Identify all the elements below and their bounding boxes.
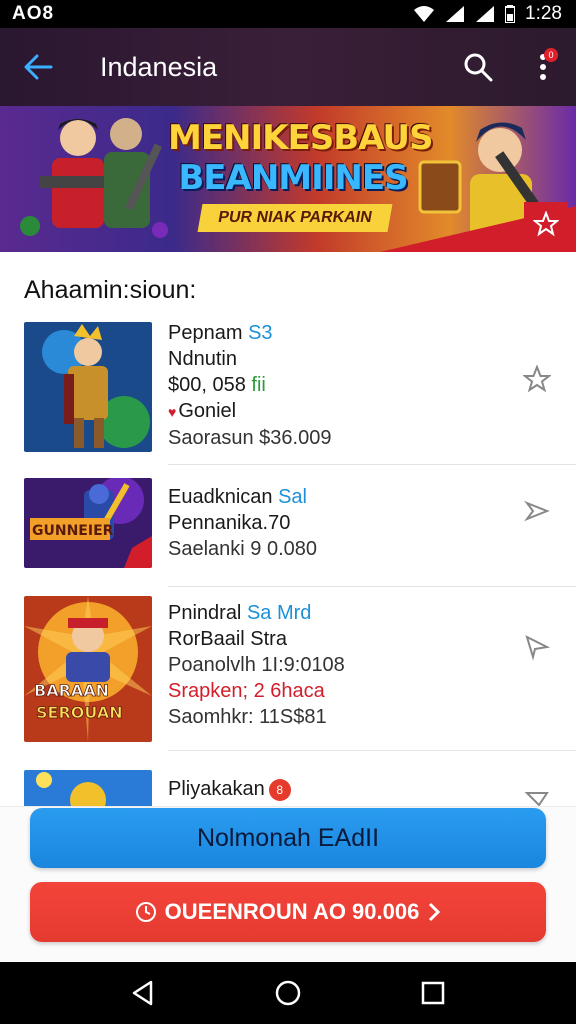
- banner-title: MENIKESBAUS BEANMIINES: [168, 118, 434, 198]
- game-thumbnail: [24, 322, 152, 452]
- search-icon: [464, 53, 493, 82]
- list-item[interactable]: GUNNEIER Euadknican Sal Pennanika.70 Sae…: [0, 472, 576, 592]
- star-outline-icon: [533, 211, 559, 237]
- app-bar: Indanesia 0: [0, 28, 576, 106]
- section-title: Ahaamin:sioun:: [24, 276, 197, 304]
- game-thumbnail: BARAAN SEROUAN: [24, 596, 152, 742]
- item-title: Euadknican: [168, 486, 273, 508]
- divider: [168, 586, 576, 587]
- item-subtitle: Ndnutin: [168, 348, 237, 370]
- system-nav-bar: [0, 962, 576, 1024]
- game-thumbnail: [24, 770, 152, 810]
- item-meta: Poanolvlh 1I:9:0108: [168, 654, 345, 676]
- item-subtitle: RorBaail Stra: [168, 628, 287, 650]
- game-thumbnail: GUNNEIER: [24, 478, 152, 568]
- clock-label: 1:28: [525, 3, 562, 24]
- star-outline-icon: [523, 365, 551, 393]
- primary-action-button[interactable]: Nolmonah EAdII: [30, 808, 546, 868]
- item-tag: Sal: [278, 486, 307, 508]
- banner-subtitle: PUR NIAK PARKAIN: [197, 204, 393, 232]
- carrier-label: AO8: [12, 3, 55, 24]
- item-title: Pliyakakan: [168, 778, 265, 800]
- notification-badge: 0: [544, 48, 558, 62]
- item-meta: Saelanki 9 0.080: [168, 538, 318, 560]
- item-subtitle: Pennanika.70: [168, 512, 291, 534]
- arrow-left-icon: [24, 54, 53, 80]
- back-button[interactable]: [0, 28, 76, 106]
- favorite-button[interactable]: [522, 632, 552, 662]
- banner-title-line1: MENIKESBAUS: [168, 118, 434, 158]
- promo-banner[interactable]: MENIKESBAUS BEANMIINES PUR NIAK PARKAIN: [0, 106, 576, 252]
- favorite-button[interactable]: [522, 496, 552, 526]
- item-price-note: fii: [251, 374, 266, 396]
- status-bar: AO8 1:28: [0, 0, 576, 28]
- square-recents-icon: [422, 981, 445, 1005]
- search-button[interactable]: [448, 28, 508, 106]
- chevron-right-icon: [429, 902, 441, 922]
- clock-icon: [135, 902, 156, 922]
- thumbnail-text: SEROUAN: [36, 703, 123, 722]
- item-meta-2: Saomhkr: 11S$81: [168, 706, 327, 728]
- pin-icon: [524, 500, 550, 522]
- item-tag: S3: [248, 322, 273, 344]
- heart-icon: ♥: [168, 404, 177, 420]
- favorite-button[interactable]: [522, 364, 552, 394]
- item-title: Pnindral: [168, 602, 242, 624]
- nav-back-button[interactable]: [118, 968, 168, 1018]
- battery-icon: [505, 5, 516, 23]
- item-details: Pliyakakan 8: [168, 776, 291, 802]
- item-details: Euadknican Sal Pennanika.70 Saelanki 9 0…: [168, 484, 317, 562]
- item-details: Pepnam S3 Ndnutin $00, 058 fii ♥ Goniel S…: [168, 320, 331, 451]
- triangle-back-icon: [132, 980, 152, 1006]
- item-tag: Sa Mrd: [246, 602, 312, 624]
- thumbnail-text: BARAAN: [34, 681, 109, 700]
- pin-icon: [525, 635, 551, 661]
- item-meta: Saorasun $36.009: [168, 427, 332, 449]
- signal-icon: [446, 6, 465, 22]
- divider: [168, 464, 576, 465]
- divider: [168, 750, 576, 751]
- item-discount: Srapken; 2 6haca: [168, 680, 325, 702]
- wifi-icon: [414, 6, 435, 22]
- count-badge: 8: [268, 778, 291, 801]
- item-genre: Goniel: [178, 400, 237, 422]
- more-options-button[interactable]: 0: [518, 28, 568, 106]
- buy-button-label: OUEENROUN AO 90.006: [164, 899, 420, 924]
- thumbnail-text: GUNNEIER: [32, 523, 114, 539]
- nav-home-button[interactable]: [263, 968, 313, 1018]
- banner-title-line2: BEANMIINES: [178, 158, 408, 198]
- item-details: Pnindral Sa Mrd RorBaail Stra Poanolvlh …: [168, 600, 345, 730]
- item-price: $00, 058: [168, 374, 246, 396]
- signal-icon-2: [476, 6, 495, 22]
- buy-button[interactable]: OUEENROUN AO 90.006: [30, 882, 546, 942]
- nav-recents-button[interactable]: [408, 968, 458, 1018]
- list-item[interactable]: BARAAN SEROUAN Pnindral Sa Mrd RorBaail …: [0, 592, 576, 752]
- list-item[interactable]: Pepnam S3 Ndnutin $00, 058 fii ♥ Goniel S…: [0, 312, 576, 465]
- banner-favorite-button[interactable]: [524, 202, 568, 246]
- circle-home-icon: [275, 980, 301, 1006]
- item-title: Pepnam: [168, 322, 243, 344]
- page-title: Indanesia: [100, 51, 218, 82]
